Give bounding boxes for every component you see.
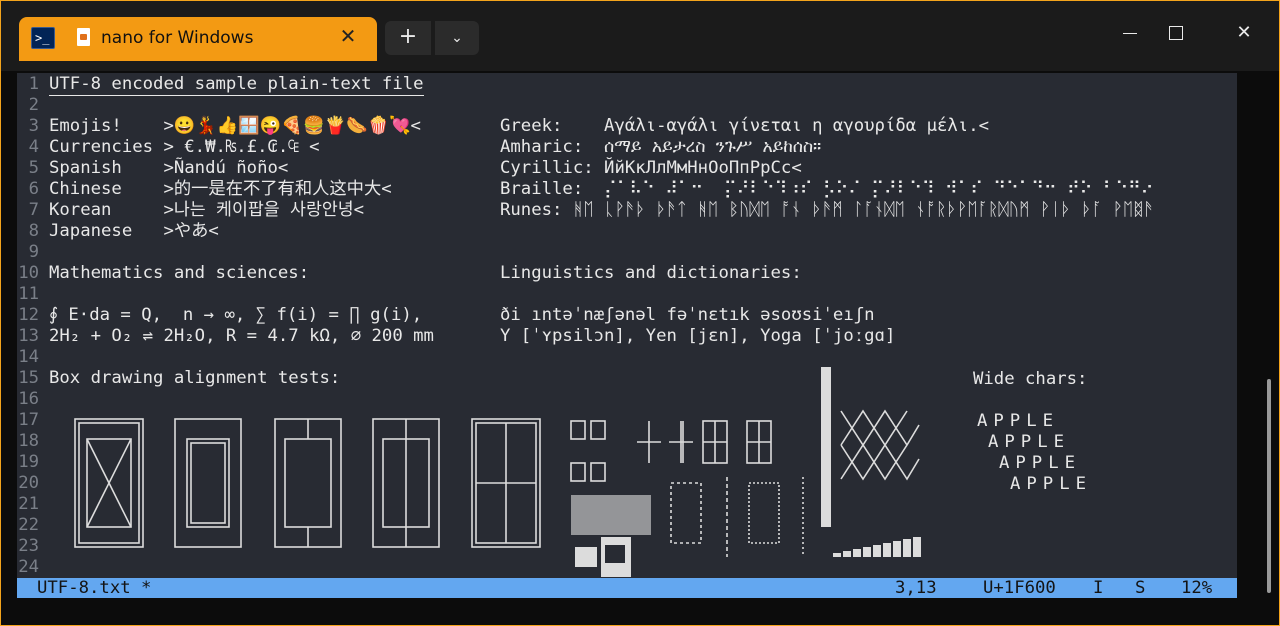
- scrollbar-thumb[interactable]: [1267, 379, 1271, 593]
- line-number: 13: [18, 326, 39, 346]
- tab-title: nano for Windows: [101, 28, 254, 48]
- status-filename: UTF-8.txt *: [37, 578, 152, 598]
- line-number: 19: [18, 452, 39, 472]
- line-number: 20: [18, 473, 39, 493]
- line-number: 5: [28, 158, 39, 178]
- document-icon: [77, 28, 90, 46]
- status-cursor-position: 3,13: [895, 578, 937, 598]
- line-number: 17: [18, 410, 39, 430]
- line-number: 11: [18, 284, 39, 304]
- status-mode-i: I: [1093, 578, 1104, 598]
- editor-line: Mathematics and sciences:: [49, 263, 310, 283]
- line-number: 3: [28, 116, 39, 136]
- editor-line-right: Cyrillic: ЙйКкЛлМмНнОоПпРрСс<: [500, 158, 802, 178]
- line-number: 18: [18, 431, 39, 451]
- line-number: 6: [28, 179, 39, 199]
- line-number: 23: [18, 536, 39, 556]
- tab-dropdown-button[interactable]: ⌄: [435, 21, 479, 55]
- wide-chars-row: APPLE: [999, 453, 1082, 473]
- editor-line: Currencies > €.₩.₨.£.₢.₠ <: [49, 137, 320, 157]
- minimize-icon: [1123, 32, 1137, 34]
- wide-chars-row: APPLE: [988, 432, 1071, 452]
- line-number: 8: [28, 221, 39, 241]
- editor-line: Chinese >的一是在不了有和人这中大<: [49, 179, 392, 199]
- editor-line: ∮ E⋅da = Q, n → ∞, ∑ f(i) = ∏ g(i),: [49, 305, 423, 325]
- maximize-button[interactable]: [1153, 13, 1199, 53]
- status-codepoint: U+1F600: [983, 578, 1056, 598]
- line-number: 9: [28, 242, 39, 262]
- editor-line: Box drawing alignment tests:: [49, 368, 341, 388]
- line-number: 12: [18, 305, 39, 325]
- terminal-window: >_ nano for Windows ✕ + ⌄ ✕ Wide chars: …: [0, 0, 1280, 626]
- editor-line: Korean >나는 케이팝을 사랑안녕<: [49, 200, 365, 220]
- editor-line-right: ði ıntəˈnæʃənəl fəˈnɛtık əsoʊsiˈeıʃn: [500, 305, 875, 325]
- powershell-icon: >_: [31, 27, 55, 49]
- maximize-icon: [1169, 26, 1183, 40]
- editor-line-right: Braille: ⡌⠁⠧⠑ ⠼⠁⠒ ⡍⠜⠇⠑⠹⠰⠎ ⡣⠕⠌ ⡍⠜⠇⠑⠹ ⠺⠁⠎ …: [500, 179, 1154, 199]
- minimize-button[interactable]: [1107, 13, 1153, 53]
- line-number: 16: [18, 389, 39, 409]
- new-tab-button[interactable]: +: [385, 21, 431, 55]
- editor-line-right: Y [ˈʏpsilɔn], Yen [jɛn], Yoga [ˈjoːgɑ]: [500, 326, 896, 346]
- editor-line: 2H₂ + O₂ ⇌ 2H₂O, R = 4.7 kΩ, ⌀ 200 mm: [49, 326, 434, 346]
- wide-chars-row: APPLE: [1010, 474, 1093, 494]
- close-tab-button[interactable]: ✕: [335, 23, 361, 49]
- line-number: 2: [28, 95, 39, 115]
- editor-line: UTF-8 encoded sample plain-text file: [49, 74, 424, 96]
- status-mode-s: S: [1135, 578, 1146, 598]
- line-number: 7: [28, 200, 39, 220]
- status-bar: UTF-8.txt * 3,13 U+1F600 I S 12%: [17, 578, 1237, 598]
- line-number: 14: [18, 347, 39, 367]
- editor-line: Japanese >やあ<: [49, 221, 219, 241]
- line-number: 15: [18, 368, 39, 388]
- editor-line: Emojis! >😀💃👍🪟😜🍕🍔🍟🌭🍿💘<: [49, 116, 421, 136]
- box-drawing-art: [74, 367, 921, 577]
- wide-chars-row: APPLE: [977, 411, 1060, 431]
- editor-line-right: Linguistics and dictionaries:: [500, 263, 802, 283]
- line-number: 10: [18, 263, 39, 283]
- status-percent: 12%: [1181, 578, 1213, 598]
- line-number: 4: [28, 137, 39, 157]
- editor-line-right: Amharic: ሰማይ አይታረስ ንጉሥ አይከሰስ።: [500, 137, 822, 157]
- editor-line-right: Runes: ᚻᛖ ᚳᚹᚫᚦ ᚦᚫᛏ ᚻᛖ ᛒᚢᛞᛖ ᚩᚾ ᚦᚫᛗ ᛚᚪᚾᛞᛖ …: [500, 200, 1154, 220]
- tab-nano[interactable]: >_ nano for Windows ✕: [19, 17, 377, 61]
- wide-chars-label: Wide chars:: [973, 369, 1088, 389]
- close-window-button[interactable]: ✕: [1221, 13, 1267, 53]
- line-number: 24: [18, 557, 39, 577]
- title-bar: >_ nano for Windows ✕ + ⌄ ✕: [1, 1, 1279, 71]
- line-number: 22: [18, 515, 39, 535]
- editor-area[interactable]: Wide chars: APPLE APPLE APPLE APPLE UTF-…: [17, 73, 1237, 598]
- editor-line-right: Greek: Αγάλι-αγάλι γίνεται η αγουρίδα μέ…: [500, 116, 989, 136]
- editor-line: Spanish >Ñandú ñoño<: [49, 158, 289, 178]
- line-number: 1: [28, 74, 39, 94]
- line-number: 21: [18, 494, 39, 514]
